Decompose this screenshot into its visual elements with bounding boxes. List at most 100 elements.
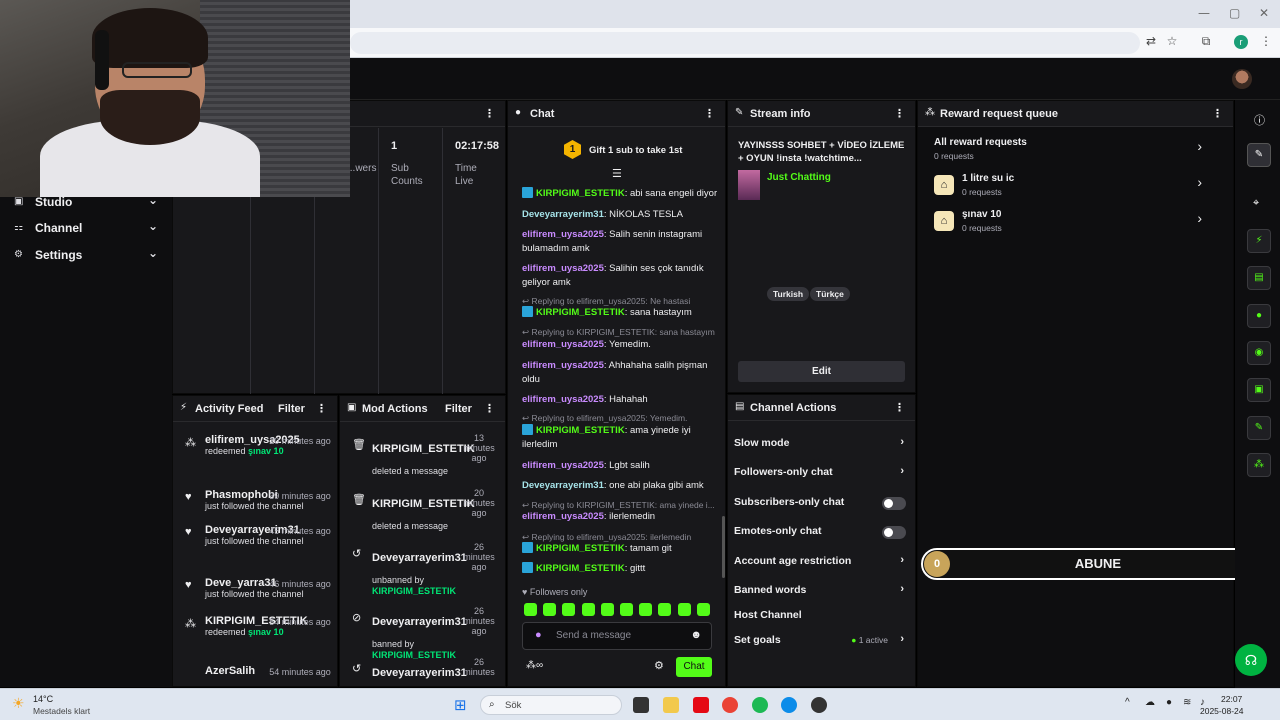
task-view-icon[interactable] <box>633 697 649 713</box>
emote-icon[interactable] <box>600 603 614 616</box>
chat-username[interactable]: KIRPIGIM_ESTETIK <box>536 563 625 574</box>
translate-icon[interactable]: ⇄ <box>1142 34 1160 52</box>
clock-date[interactable]: 2025-08-24 <box>1200 706 1243 716</box>
emote-icon[interactable] <box>658 603 672 616</box>
filter-button[interactable]: Filter <box>278 403 305 415</box>
weather-icon[interactable]: ☀ <box>12 695 25 712</box>
cloud-icon[interactable]: ☁ <box>1145 697 1155 708</box>
reward-item[interactable]: ⌂ 1 litre su ic 0 requests › <box>918 173 1218 203</box>
chat-username[interactable]: elifirem_uysa2025 <box>522 339 604 350</box>
edge-icon[interactable] <box>781 697 797 713</box>
chat-username[interactable]: elifirem_uysa2025 <box>522 460 604 471</box>
file-explorer-icon[interactable] <box>663 697 679 713</box>
info-icon[interactable]: ⓘ <box>1254 112 1265 128</box>
taskbar-search[interactable]: ⌕ Sök <box>480 695 622 715</box>
chat-username[interactable]: KIRPIGIM_ESTETIK <box>536 188 625 199</box>
moderator-name[interactable]: KIRPIGIM_ESTETIK <box>372 586 456 596</box>
windows-start-icon[interactable]: ⊞ <box>454 696 467 714</box>
netflix-icon[interactable] <box>693 697 709 713</box>
pin-collapse-icon[interactable]: ☰ <box>612 167 622 180</box>
moderator-name[interactable]: KIRPIGIM_ESTETIK <box>372 650 456 660</box>
reward-item[interactable]: ⌂ şınav 10 0 requests › <box>918 209 1218 239</box>
document-icon[interactable]: ▤ <box>1247 266 1271 290</box>
send-chat-button[interactable]: Chat <box>676 657 712 677</box>
channel-action-row[interactable]: Followers-only chat › <box>734 465 908 482</box>
browser-profile-icon[interactable]: r <box>1234 35 1248 49</box>
chat-username[interactable]: KIRPIGIM_ESTETIK <box>536 425 625 436</box>
emote-icon[interactable] <box>677 603 691 616</box>
extensions-icon[interactable]: ⧉ <box>1197 34 1215 52</box>
microphone-icon[interactable]: ● <box>535 629 542 641</box>
gear-icon[interactable]: ⚙ <box>654 659 664 672</box>
emote-icon[interactable] <box>620 603 633 616</box>
toggle-switch[interactable] <box>882 526 906 539</box>
chat-input[interactable]: ● Send a message ☻ <box>522 622 712 650</box>
toggle-switch[interactable] <box>882 497 906 510</box>
bolt-icon[interactable]: ⚡ <box>1247 229 1271 253</box>
close-icon[interactable]: ✕ <box>1259 6 1269 20</box>
more-options-icon[interactable]: ⋮ <box>484 402 495 415</box>
edit-stream-button[interactable]: Edit <box>738 361 905 382</box>
category-link[interactable]: Just Chatting <box>767 172 831 183</box>
chat-username[interactable]: KIRPIGIM_ESTETIK <box>536 307 625 318</box>
browser-menu-icon[interactable]: ⋮ <box>1257 34 1275 52</box>
chat-icon[interactable]: ● <box>1247 304 1271 328</box>
edit-layout-icon[interactable]: ✎ <box>1247 143 1271 167</box>
microphone-icon[interactable]: ● <box>1166 697 1172 708</box>
chat-scrollbar[interactable] <box>722 516 725 578</box>
chat-username[interactable]: Deveyarrayerim31 <box>522 480 604 491</box>
more-options-icon[interactable]: ⋮ <box>316 402 327 415</box>
channel-icon[interactable]: ▣ <box>1247 378 1271 402</box>
chat-username[interactable]: elifirem_uysa2025 <box>522 229 604 240</box>
channel-action-row[interactable]: Banned words › <box>734 583 908 600</box>
star-icon[interactable]: ☆ <box>1163 34 1181 52</box>
emote-icon[interactable] <box>639 603 653 616</box>
broadcast-icon[interactable]: ◉ <box>1247 341 1271 365</box>
emoji-icon[interactable]: ☻ <box>690 629 702 641</box>
emote-icon[interactable] <box>524 603 537 616</box>
more-options-icon[interactable]: ⋮ <box>704 107 715 120</box>
sidebar-item-channel[interactable]: ⚏ Channel ⌄ <box>14 219 164 239</box>
more-options-icon[interactable]: ⋮ <box>894 107 905 120</box>
emote-icon[interactable] <box>562 603 576 616</box>
channel-action-row[interactable]: Subscribers-only chat <box>734 496 908 512</box>
filter-button[interactable]: Filter <box>445 403 472 415</box>
mod-action-user[interactable]: KIRPIGIM_ESTETIK <box>372 498 475 510</box>
chat-username[interactable]: elifirem_uysa2025 <box>522 360 604 371</box>
chat-username[interactable]: elifirem_uysa2025 <box>522 263 604 274</box>
channel-action-row[interactable]: Account age restriction › <box>734 554 908 571</box>
spotify-icon[interactable] <box>752 697 768 713</box>
kick-icon[interactable]: ⁂ <box>1247 453 1271 477</box>
minimize-icon[interactable]: — <box>1198 6 1210 20</box>
reward-item[interactable]: All reward requests 0 requests › <box>918 137 1218 167</box>
chat-username[interactable]: elifirem_uysa2025 <box>522 394 604 405</box>
channel-action-row[interactable]: Slow mode › <box>734 436 908 453</box>
channel-action-row[interactable]: Emotes-only chat <box>734 525 908 541</box>
maximize-icon[interactable]: ▢ <box>1229 6 1240 20</box>
channel-action-row[interactable]: Host Channel <box>734 609 908 625</box>
channel-action-row[interactable]: Set goals ● 1 active › <box>734 633 908 650</box>
mod-action-user[interactable]: Deveyarrayerim31 <box>372 667 467 679</box>
more-options-icon[interactable]: ⋮ <box>1212 107 1223 120</box>
emote-icon[interactable] <box>581 603 595 616</box>
address-bar[interactable] <box>350 32 1140 54</box>
app-icon[interactable] <box>811 697 827 713</box>
emote-icon[interactable] <box>696 603 710 616</box>
mod-action-user[interactable]: Deveyarrayerim31 <box>372 552 467 564</box>
clock-time[interactable]: 22:07 <box>1221 694 1242 704</box>
activity-user[interactable]: AzerSalih <box>205 665 255 677</box>
wrench-icon[interactable]: ✎ <box>1247 416 1271 440</box>
chevron-up-icon[interactable]: ^ <box>1125 697 1130 708</box>
chrome-icon[interactable] <box>722 697 738 713</box>
chat-username[interactable]: KIRPIGIM_ESTETIK <box>536 543 625 554</box>
pinned-gift-text[interactable]: Gift 1 sub to take 1st <box>589 145 682 156</box>
emote-icon[interactable] <box>543 603 557 616</box>
support-chat-icon[interactable]: ☊ <box>1235 644 1267 676</box>
mod-action-user[interactable]: KIRPIGIM_ESTETIK <box>372 443 475 455</box>
focus-icon[interactable]: ⌖ <box>1253 197 1259 210</box>
chat-username[interactable]: Deveyarrayerim31 <box>522 209 604 220</box>
more-options-icon[interactable]: ⋮ <box>484 107 495 120</box>
mod-action-user[interactable]: Deveyarrayerim31 <box>372 616 467 628</box>
sidebar-item-settings[interactable]: ⚙ Settings ⌄ <box>14 246 164 266</box>
avatar[interactable] <box>1232 69 1252 89</box>
